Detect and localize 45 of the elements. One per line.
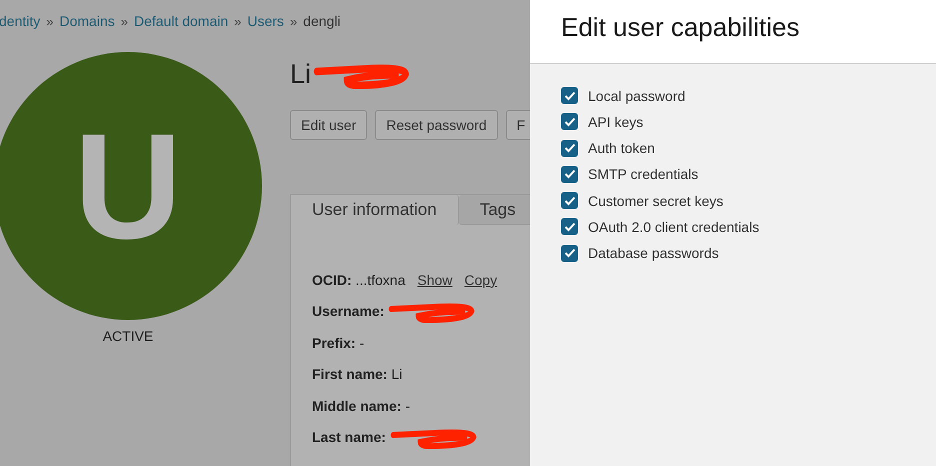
checkbox[interactable]	[561, 113, 578, 130]
breadcrumb-separator: »	[234, 14, 242, 28]
action-button[interactable]: Edit user	[290, 110, 368, 140]
checkbox-label: Auth token	[588, 140, 655, 156]
field-label: Last name:	[312, 429, 386, 446]
breadcrumb-separator: »	[290, 14, 298, 28]
check-icon	[564, 90, 576, 100]
check-icon	[564, 196, 576, 206]
checkbox[interactable]	[561, 166, 578, 183]
checkbox[interactable]	[561, 218, 578, 236]
checkbox-label: OAuth 2.0 client credentials	[588, 218, 760, 235]
checkbox-label: Local password	[588, 88, 686, 104]
breadcrumb-link[interactable]: Default domain	[134, 13, 228, 29]
check-icon	[564, 248, 576, 258]
check-icon	[564, 169, 576, 180]
checkbox[interactable]	[561, 87, 578, 104]
breadcrumb-separator: »	[120, 14, 128, 28]
action-button[interactable]: Reset password	[375, 110, 498, 140]
breadcrumb-link[interactable]: Users	[247, 13, 284, 29]
breadcrumb-current: dengli	[303, 13, 341, 29]
breadcrumb-separator: »	[46, 14, 54, 28]
checkbox-label: Database passwords	[588, 245, 719, 262]
checkbox[interactable]	[561, 192, 578, 210]
panel-title: Edit user capabilities	[561, 12, 800, 43]
user-avatar: U	[0, 52, 262, 320]
checkbox[interactable]	[561, 244, 578, 262]
field-text: OCID: ...tfoxna	[312, 272, 406, 288]
tab[interactable]: Tags	[458, 195, 530, 225]
check-icon	[564, 222, 576, 232]
checkbox-label: API keys	[588, 114, 644, 130]
field-label: Username:	[312, 303, 384, 320]
user-title: Li	[290, 58, 312, 91]
checkbox-label: Customer secret keys	[588, 192, 724, 209]
field-link[interactable]: Copy	[464, 272, 498, 288]
field-text: First name: Li	[312, 366, 402, 382]
check-icon	[564, 143, 576, 154]
breadcrumb-link[interactable]: Domains	[59, 13, 115, 29]
checkbox[interactable]	[561, 140, 578, 157]
field-text: Middle name: -	[312, 398, 410, 414]
checkbox-label: SMTP credentials	[588, 166, 698, 182]
user-status: ACTIVE	[102, 328, 154, 344]
field-link[interactable]: Show	[417, 272, 452, 288]
field-text: Prefix: -	[312, 334, 364, 351]
action-button[interactable]: F	[506, 110, 530, 140]
check-icon	[564, 116, 576, 127]
